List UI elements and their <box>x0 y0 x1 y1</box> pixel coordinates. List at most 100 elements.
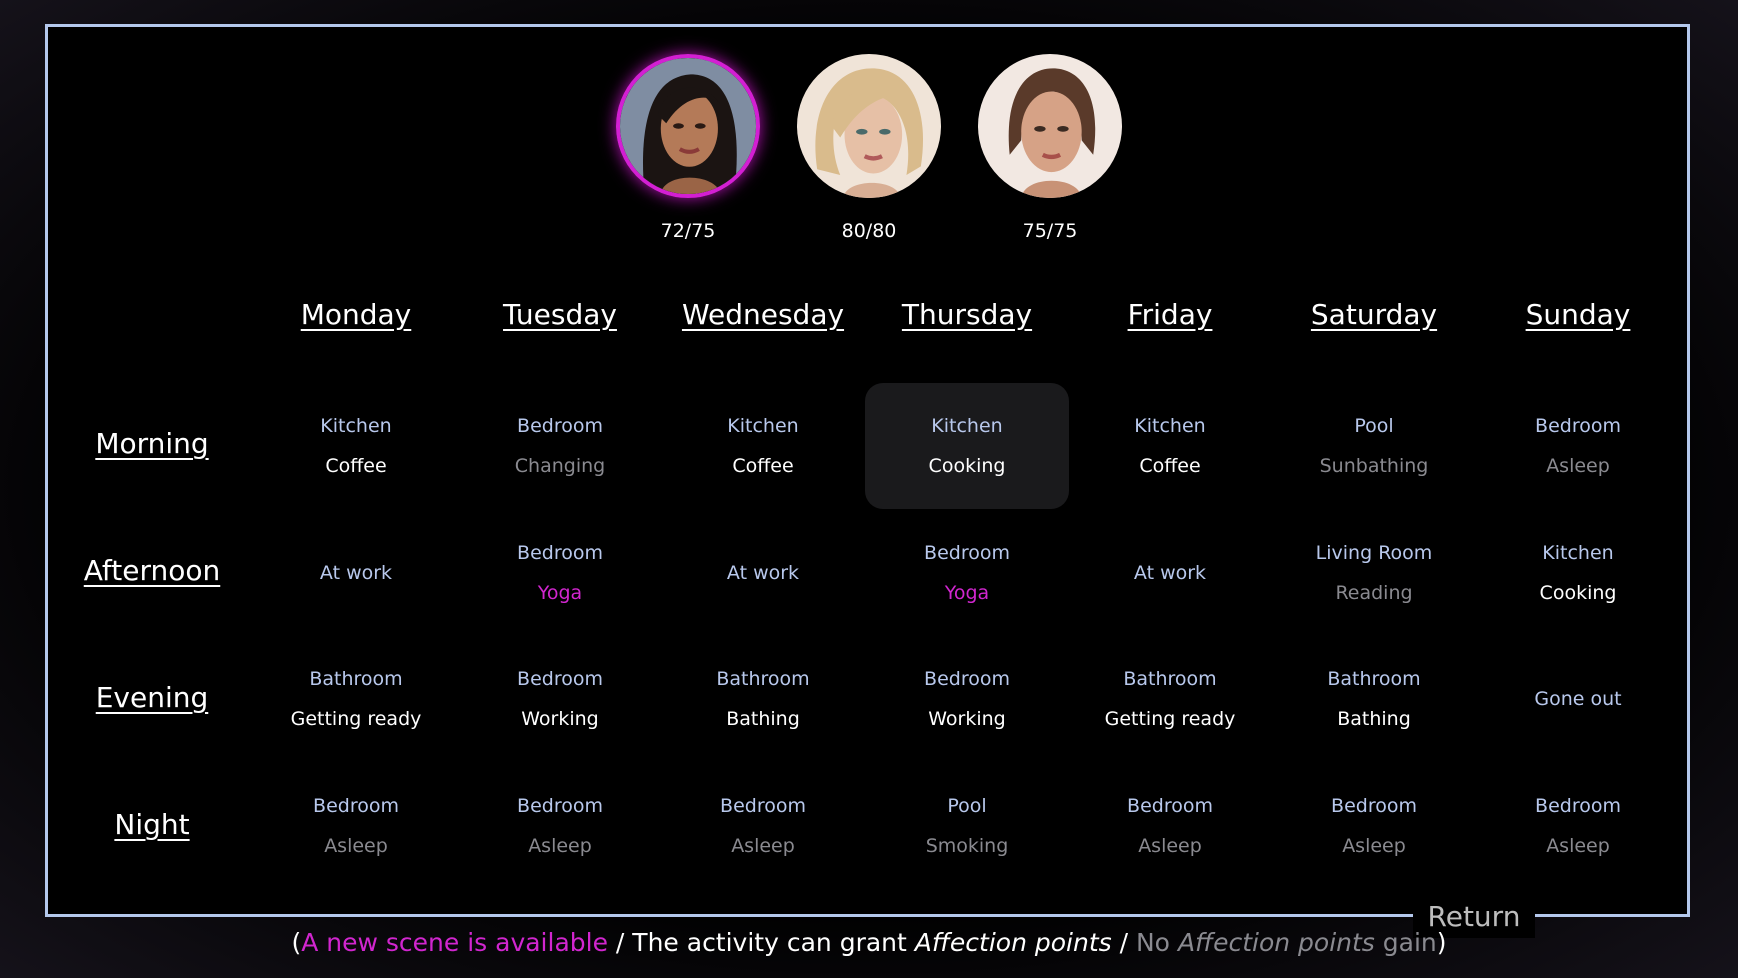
cell-location: Kitchen <box>1134 415 1206 437</box>
day-header-friday[interactable]: Friday <box>1068 298 1272 331</box>
cell-location: At work <box>319 562 393 584</box>
cell-activity: Bathing <box>1337 708 1411 730</box>
legend-separator-2: / <box>1111 928 1136 957</box>
legend-close: ) <box>1436 928 1447 957</box>
cell-location: Bedroom <box>720 795 806 817</box>
schedule-cell[interactable]: Living Room Reading <box>1272 510 1476 636</box>
cell-location: Bedroom <box>1535 415 1621 437</box>
cell-activity: Working <box>521 708 599 730</box>
cell-location: Bedroom <box>1127 795 1213 817</box>
cell-activity: Working <box>928 708 1006 730</box>
schedule-cell[interactable]: Pool Sunbathing <box>1272 383 1476 509</box>
schedule-cell[interactable]: Bedroom Working <box>865 636 1069 762</box>
character-portrait-3[interactable] <box>978 54 1122 198</box>
schedule-cell[interactable]: Bedroom Yoga <box>865 510 1069 636</box>
cell-location: Bedroom <box>517 415 603 437</box>
character-portrait-2[interactable] <box>797 54 941 198</box>
cell-activity: Cooking <box>928 455 1006 477</box>
legend-separator-1: / The activity can grant <box>607 928 915 957</box>
character-portrait-1[interactable] <box>616 54 760 198</box>
schedule-cell[interactable]: Bathroom Getting ready <box>1068 636 1272 762</box>
cell-activity: Asleep <box>1546 455 1610 477</box>
cell-location: At work <box>1133 562 1207 584</box>
period-header-evening[interactable]: Evening <box>62 681 242 714</box>
schedule-cell[interactable]: Bathroom Bathing <box>1272 636 1476 762</box>
schedule-cell[interactable]: Bedroom Changing <box>458 383 662 509</box>
schedule-cell[interactable]: Bedroom Asleep <box>1476 383 1680 509</box>
cell-activity: Getting ready <box>1104 708 1236 730</box>
cell-activity: Cooking <box>1539 582 1617 604</box>
day-header-monday[interactable]: Monday <box>254 298 458 331</box>
period-header-morning[interactable]: Morning <box>62 427 242 460</box>
cell-activity: Getting ready <box>290 708 422 730</box>
schedule-cell[interactable]: Bedroom Asleep <box>1476 763 1680 889</box>
legend-no-gain: No Affection points gain <box>1136 928 1437 957</box>
schedule-cell[interactable]: Bedroom Asleep <box>458 763 662 889</box>
schedule-cell[interactable]: Kitchen Coffee <box>254 383 458 509</box>
legend-affection-points-grey: Affection points <box>1177 928 1375 957</box>
cell-activity: Yoga <box>537 582 583 604</box>
cell-location: Kitchen <box>1542 542 1614 564</box>
affection-score-2: 80/80 <box>841 220 897 242</box>
cell-location: Pool <box>947 795 987 817</box>
schedule-cell[interactable]: At work <box>254 510 458 636</box>
schedule-cell[interactable]: At work <box>661 510 865 636</box>
schedule-cell[interactable]: Kitchen Coffee <box>661 383 865 509</box>
day-header-tuesday[interactable]: Tuesday <box>458 298 662 331</box>
cell-location: Kitchen <box>931 415 1003 437</box>
cell-location: Bathroom <box>1327 668 1421 690</box>
cell-activity: Coffee <box>325 455 387 477</box>
schedule-cell[interactable]: Gone out <box>1476 636 1680 762</box>
cell-activity: Bathing <box>726 708 800 730</box>
cell-activity: Asleep <box>324 835 388 857</box>
day-header-sunday[interactable]: Sunday <box>1476 298 1680 331</box>
legend-gain: gain <box>1374 928 1437 957</box>
schedule-cell[interactable]: At work <box>1068 510 1272 636</box>
schedule-cell[interactable]: Bedroom Asleep <box>1068 763 1272 889</box>
legend: (A new scene is available / The activity… <box>0 928 1738 957</box>
cell-activity: Yoga <box>944 582 990 604</box>
cell-location: Bedroom <box>1535 795 1621 817</box>
schedule-cell[interactable]: Bedroom Asleep <box>254 763 458 889</box>
affection-score-3: 75/75 <box>1022 220 1078 242</box>
cell-location: Bedroom <box>1331 795 1417 817</box>
schedule-cell[interactable]: Kitchen Cooking <box>1476 510 1680 636</box>
legend-no: No <box>1135 928 1178 957</box>
schedule-cell[interactable]: Bathroom Getting ready <box>254 636 458 762</box>
cell-activity: Asleep <box>1546 835 1610 857</box>
affection-score-1: 72/75 <box>660 220 716 242</box>
cell-location: Gone out <box>1534 688 1622 710</box>
cell-activity: Asleep <box>1342 835 1406 857</box>
cell-location: Bathroom <box>1123 668 1217 690</box>
cell-location: Bathroom <box>716 668 810 690</box>
schedule-cell[interactable]: Kitchen Cooking <box>865 383 1069 509</box>
cell-activity: Asleep <box>1138 835 1202 857</box>
cell-location: Bedroom <box>924 668 1010 690</box>
schedule-cell[interactable]: Bedroom Working <box>458 636 662 762</box>
character-portrait-brunette-icon <box>978 54 1122 198</box>
period-header-afternoon[interactable]: Afternoon <box>62 554 242 587</box>
day-header-saturday[interactable]: Saturday <box>1272 298 1476 331</box>
cell-location: Kitchen <box>727 415 799 437</box>
schedule-cell[interactable]: Bedroom Asleep <box>661 763 865 889</box>
schedule-cell[interactable]: Pool Smoking <box>865 763 1069 889</box>
cell-activity: Reading <box>1335 582 1413 604</box>
cell-location: Bedroom <box>517 668 603 690</box>
cell-location: Bedroom <box>313 795 399 817</box>
cell-location: Bedroom <box>517 542 603 564</box>
cell-activity: Smoking <box>925 835 1009 857</box>
schedule-cell[interactable]: Bathroom Bathing <box>661 636 865 762</box>
day-header-wednesday[interactable]: Wednesday <box>661 298 865 331</box>
period-header-night[interactable]: Night <box>62 808 242 841</box>
legend-open: ( <box>291 928 302 957</box>
schedule-cell[interactable]: Kitchen Coffee <box>1068 383 1272 509</box>
schedule-cell[interactable]: Bedroom Yoga <box>458 510 662 636</box>
character-portrait-dark-hair-icon <box>620 58 756 194</box>
day-header-thursday[interactable]: Thursday <box>865 298 1069 331</box>
cell-location: At work <box>726 562 800 584</box>
cell-activity: Changing <box>514 455 606 477</box>
cell-activity: Asleep <box>731 835 795 857</box>
cell-location: Pool <box>1354 415 1394 437</box>
schedule-cell[interactable]: Bedroom Asleep <box>1272 763 1476 889</box>
cell-activity: Coffee <box>1139 455 1201 477</box>
